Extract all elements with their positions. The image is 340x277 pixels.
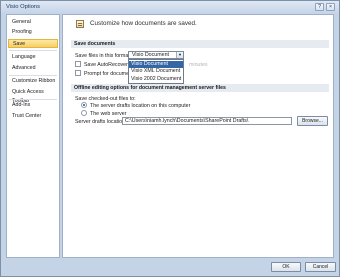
sidebar-divider (9, 50, 57, 51)
options-dialog: Visio Options ? × General Proofing Save … (0, 0, 340, 277)
sidebar-divider (9, 99, 57, 100)
offline-editing-heading: Offline editing options for document man… (71, 84, 329, 92)
options-sidebar: General Proofing Save Language Advanced … (6, 14, 60, 258)
document-save-icon (76, 20, 84, 28)
format-option[interactable]: Visio Document (129, 61, 183, 68)
help-button[interactable]: ? (315, 3, 324, 11)
server-drafts-radio-label: The server drafts location on this compu… (90, 103, 191, 109)
sidebar-item-quick-access-toolbar[interactable]: Quick Access Toolbar (8, 88, 58, 104)
title-bar: Visio Options ? × (1, 1, 339, 14)
drafts-location-input[interactable]: C:\Users\niamh.lynch\Documents\SharePoin… (122, 117, 292, 125)
format-option[interactable]: Visio 2002 Document (129, 76, 183, 83)
sidebar-item-add-ins[interactable]: Add-Ins (8, 101, 58, 110)
sidebar-item-proofing[interactable]: Proofing (8, 28, 58, 37)
autorecover-checkbox[interactable] (75, 61, 81, 67)
server-drafts-radio[interactable] (81, 102, 87, 108)
page-header: Customize how documents are saved. (90, 20, 197, 27)
cancel-button[interactable]: Cancel (305, 262, 336, 272)
web-server-radio[interactable] (81, 110, 87, 116)
close-button[interactable]: × (326, 3, 335, 11)
browse-button[interactable]: Browse... (297, 116, 328, 126)
sidebar-item-trust-center[interactable]: Trust Center (8, 112, 58, 121)
save-documents-heading: Save documents (71, 40, 329, 48)
sidebar-item-language[interactable]: Language (8, 53, 58, 62)
format-option[interactable]: Visio XML Document (129, 68, 183, 75)
save-format-select[interactable]: Visio Document ▼ (128, 51, 184, 59)
prompt-properties-checkbox[interactable] (75, 70, 81, 76)
save-format-label: Save files in this format: (75, 53, 132, 59)
save-format-dropdown: Visio Document Visio XML Document Visio … (128, 59, 184, 84)
sidebar-item-save[interactable]: Save (8, 39, 58, 48)
chevron-down-icon[interactable]: ▼ (176, 52, 183, 58)
sidebar-item-general[interactable]: General (8, 18, 58, 27)
minutes-label: minutes (189, 62, 208, 68)
ok-button[interactable]: OK (271, 262, 301, 272)
prompt-properties-label: Prompt for document (84, 71, 134, 77)
window-title: Visio Options (6, 4, 41, 10)
options-content: Customize how documents are saved. Save … (62, 14, 334, 258)
sidebar-item-customize-ribbon[interactable]: Customize Ribbon (8, 77, 58, 86)
sidebar-item-advanced[interactable]: Advanced (8, 64, 58, 73)
save-format-value: Visio Document (132, 52, 169, 58)
drafts-location-label: Server drafts location: (75, 119, 127, 125)
sidebar-divider (9, 75, 57, 76)
